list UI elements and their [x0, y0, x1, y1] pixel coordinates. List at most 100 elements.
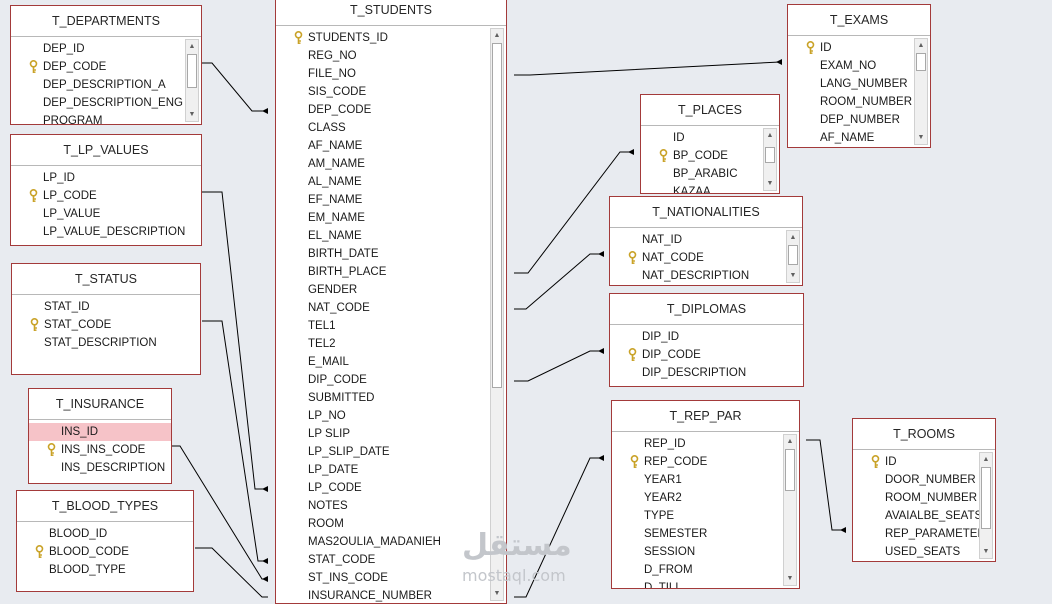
scroll-up-arrow-icon[interactable]: ▲	[186, 40, 198, 53]
vertical-scrollbar[interactable]: ▲ ▼	[914, 38, 928, 145]
field-row[interactable]: DEP_NUMBER	[788, 111, 912, 129]
field-row[interactable]: TYPE	[612, 507, 781, 525]
field-row[interactable]: ID	[641, 129, 761, 147]
field-row[interactable]: DIP_ID	[610, 328, 803, 346]
table-title[interactable]: T_NATIONALITIES	[610, 197, 802, 228]
field-row[interactable]: BP_CODE	[641, 147, 761, 165]
field-list[interactable]: DIP_ID DIP_CODE DIP_DESCRIPTION	[610, 325, 803, 386]
table-t-exams[interactable]: T_EXAMS ID EXAM_NO LANG_NUMBER ROOM_NUMBER DE…	[787, 4, 931, 148]
field-row[interactable]: USED_SEATS	[853, 543, 977, 561]
field-row[interactable]: DOOR_NUMBER	[853, 471, 977, 489]
field-row[interactable]: AF_NAME	[788, 129, 912, 147]
field-row[interactable]: DEP_CODE	[11, 58, 183, 76]
field-row[interactable]: ROOM	[276, 515, 488, 533]
field-row[interactable]: SEMESTER	[612, 525, 781, 543]
field-row[interactable]: LP_CODE	[276, 479, 488, 497]
field-row[interactable]: SESSION	[612, 543, 781, 561]
field-row[interactable]: STAT_DESCRIPTION	[12, 334, 200, 352]
field-row[interactable]: NAT_ID	[610, 231, 784, 249]
scroll-down-arrow-icon[interactable]: ▼	[491, 587, 503, 600]
table-t-students[interactable]: T_STUDENTS STUDENTS_ID REG_NO FILE_NO SIS_CO…	[275, 0, 507, 604]
field-row[interactable]: GENDER	[276, 281, 488, 299]
field-row[interactable]: KAZAA	[641, 183, 761, 193]
scroll-down-arrow-icon[interactable]: ▼	[784, 572, 796, 585]
field-row[interactable]: LP_VALUE_DESCRIPTION	[11, 223, 201, 241]
field-row[interactable]: DIP_CODE	[610, 346, 803, 364]
table-t-status[interactable]: T_STATUS STAT_ID STAT_CODE STAT_DESCRIPTION	[11, 263, 201, 375]
table-t-nationalities[interactable]: T_NATIONALITIES NAT_ID NAT_CODE NAT_DESCRIP…	[609, 196, 803, 286]
field-row[interactable]: YEAR1	[612, 471, 781, 489]
field-list[interactable]: ID EXAM_NO LANG_NUMBER ROOM_NUMBER DEP_NUMBE…	[788, 36, 930, 147]
table-title[interactable]: T_STUDENTS	[276, 0, 506, 26]
vertical-scrollbar[interactable]: ▲ ▼	[979, 452, 993, 559]
field-row[interactable]: E_MAIL	[276, 353, 488, 371]
field-row[interactable]: STUDENTS_ID	[276, 29, 488, 47]
table-title[interactable]: T_REP_PAR	[612, 401, 799, 432]
field-row[interactable]: EF_NAME	[276, 191, 488, 209]
field-list[interactable]: LP_ID LP_CODE LP_VALUE LP_VALUE_DESCRIPTION	[11, 166, 201, 245]
field-row[interactable]: INS_ID	[29, 423, 171, 441]
field-row[interactable]: ROOM_NUMBER	[788, 93, 912, 111]
field-row[interactable]: BLOOD_ID	[17, 525, 193, 543]
vertical-scrollbar[interactable]: ▲ ▼	[783, 434, 797, 586]
field-row[interactable]: NAT_CODE	[610, 249, 784, 267]
table-title[interactable]: T_EXAMS	[788, 5, 930, 36]
table-title[interactable]: T_BLOOD_TYPES	[17, 491, 193, 522]
field-row[interactable]: SUBMITTED	[276, 389, 488, 407]
field-list[interactable]: BLOOD_ID BLOOD_CODE BLOOD_TYPE	[17, 522, 193, 591]
field-row[interactable]: ROOM_NUMBER	[853, 489, 977, 507]
field-row[interactable]: DIP_CODE	[276, 371, 488, 389]
scrollbar-thumb[interactable]	[785, 449, 795, 491]
field-row[interactable]: NAT_DESCRIPTION	[610, 267, 784, 285]
scrollbar-thumb[interactable]	[981, 467, 991, 529]
field-row[interactable]: STAT_CODE	[12, 316, 200, 334]
vertical-scrollbar[interactable]: ▲ ▼	[786, 230, 800, 283]
table-t-diplomas[interactable]: T_DIPLOMAS DIP_ID DIP_CODE DIP_DESCRIPTION	[609, 293, 804, 387]
table-t-places[interactable]: T_PLACES ID BP_CODE BP_ARABIC KAZAA ▲ ▼	[640, 94, 780, 194]
field-row[interactable]: REP_ID	[612, 435, 781, 453]
field-row[interactable]: SIS_CODE	[276, 83, 488, 101]
field-row[interactable]: BIRTH_PLACE	[276, 263, 488, 281]
scrollbar-thumb[interactable]	[916, 53, 926, 71]
scroll-down-arrow-icon[interactable]: ▼	[764, 177, 776, 190]
scrollbar-thumb[interactable]	[788, 245, 798, 265]
field-list[interactable]: STAT_ID STAT_CODE STAT_DESCRIPTION	[12, 295, 200, 374]
field-row[interactable]: BIRTH_DATE	[276, 245, 488, 263]
field-row[interactable]: TEL2	[276, 335, 488, 353]
field-row[interactable]: AL_NAME	[276, 173, 488, 191]
field-row[interactable]: PROGRAM	[11, 112, 183, 124]
table-t-blood-types[interactable]: T_BLOOD_TYPES BLOOD_ID BLOOD_CODE BLOOD_TYP…	[16, 490, 194, 592]
table-t-departments[interactable]: T_DEPARTMENTS DEP_ID DEP_CODE DEP_DESCRIPTI…	[10, 5, 202, 125]
scroll-up-arrow-icon[interactable]: ▲	[915, 39, 927, 52]
field-row[interactable]: EM_NAME	[276, 209, 488, 227]
table-title[interactable]: T_LP_VALUES	[11, 135, 201, 166]
field-row[interactable]: INS_INS_CODE	[29, 441, 171, 459]
field-row[interactable]: BLOOD_TYPE	[17, 561, 193, 579]
field-row[interactable]: ID	[788, 39, 912, 57]
scroll-down-arrow-icon[interactable]: ▼	[980, 545, 992, 558]
table-t-insurance[interactable]: T_INSURANCE INS_ID INS_INS_CODE INS_DESCRIP…	[28, 388, 172, 484]
field-row[interactable]: DEP_ID	[11, 40, 183, 58]
field-row[interactable]: NOTES	[276, 497, 488, 515]
field-list[interactable]: REP_ID REP_CODE YEAR1 YEAR2 TYPE SEMESTER SESS…	[612, 432, 799, 588]
field-row[interactable]: REP_CODE	[612, 453, 781, 471]
scrollbar-thumb[interactable]	[765, 147, 775, 163]
field-list[interactable]: DEP_ID DEP_CODE DEP_DESCRIPTION_A DEP_DESCR…	[11, 37, 201, 124]
table-title[interactable]: T_DIPLOMAS	[610, 294, 803, 325]
field-row[interactable]: TEL1	[276, 317, 488, 335]
field-row[interactable]: YEAR2	[612, 489, 781, 507]
field-row[interactable]: D_TILL	[612, 579, 781, 588]
vertical-scrollbar[interactable]: ▲ ▼	[763, 128, 777, 191]
field-row[interactable]: EL_NAME	[276, 227, 488, 245]
scroll-down-arrow-icon[interactable]: ▼	[186, 108, 198, 121]
field-row[interactable]: INS_DESCRIPTION	[29, 459, 171, 477]
field-row[interactable]: BP_ARABIC	[641, 165, 761, 183]
field-row[interactable]: BLOOD_CODE	[17, 543, 193, 561]
field-row[interactable]: ST_INS_CODE	[276, 569, 488, 587]
table-title[interactable]: T_ROOMS	[853, 419, 995, 450]
field-row[interactable]: LP_CODE	[11, 187, 201, 205]
table-t-lp-values[interactable]: T_LP_VALUES LP_ID LP_CODE LP_VALUE LP_VALUE_…	[10, 134, 202, 246]
scroll-up-arrow-icon[interactable]: ▲	[980, 453, 992, 466]
field-row[interactable]: FILE_NO	[276, 65, 488, 83]
vertical-scrollbar[interactable]: ▲ ▼	[185, 39, 199, 122]
